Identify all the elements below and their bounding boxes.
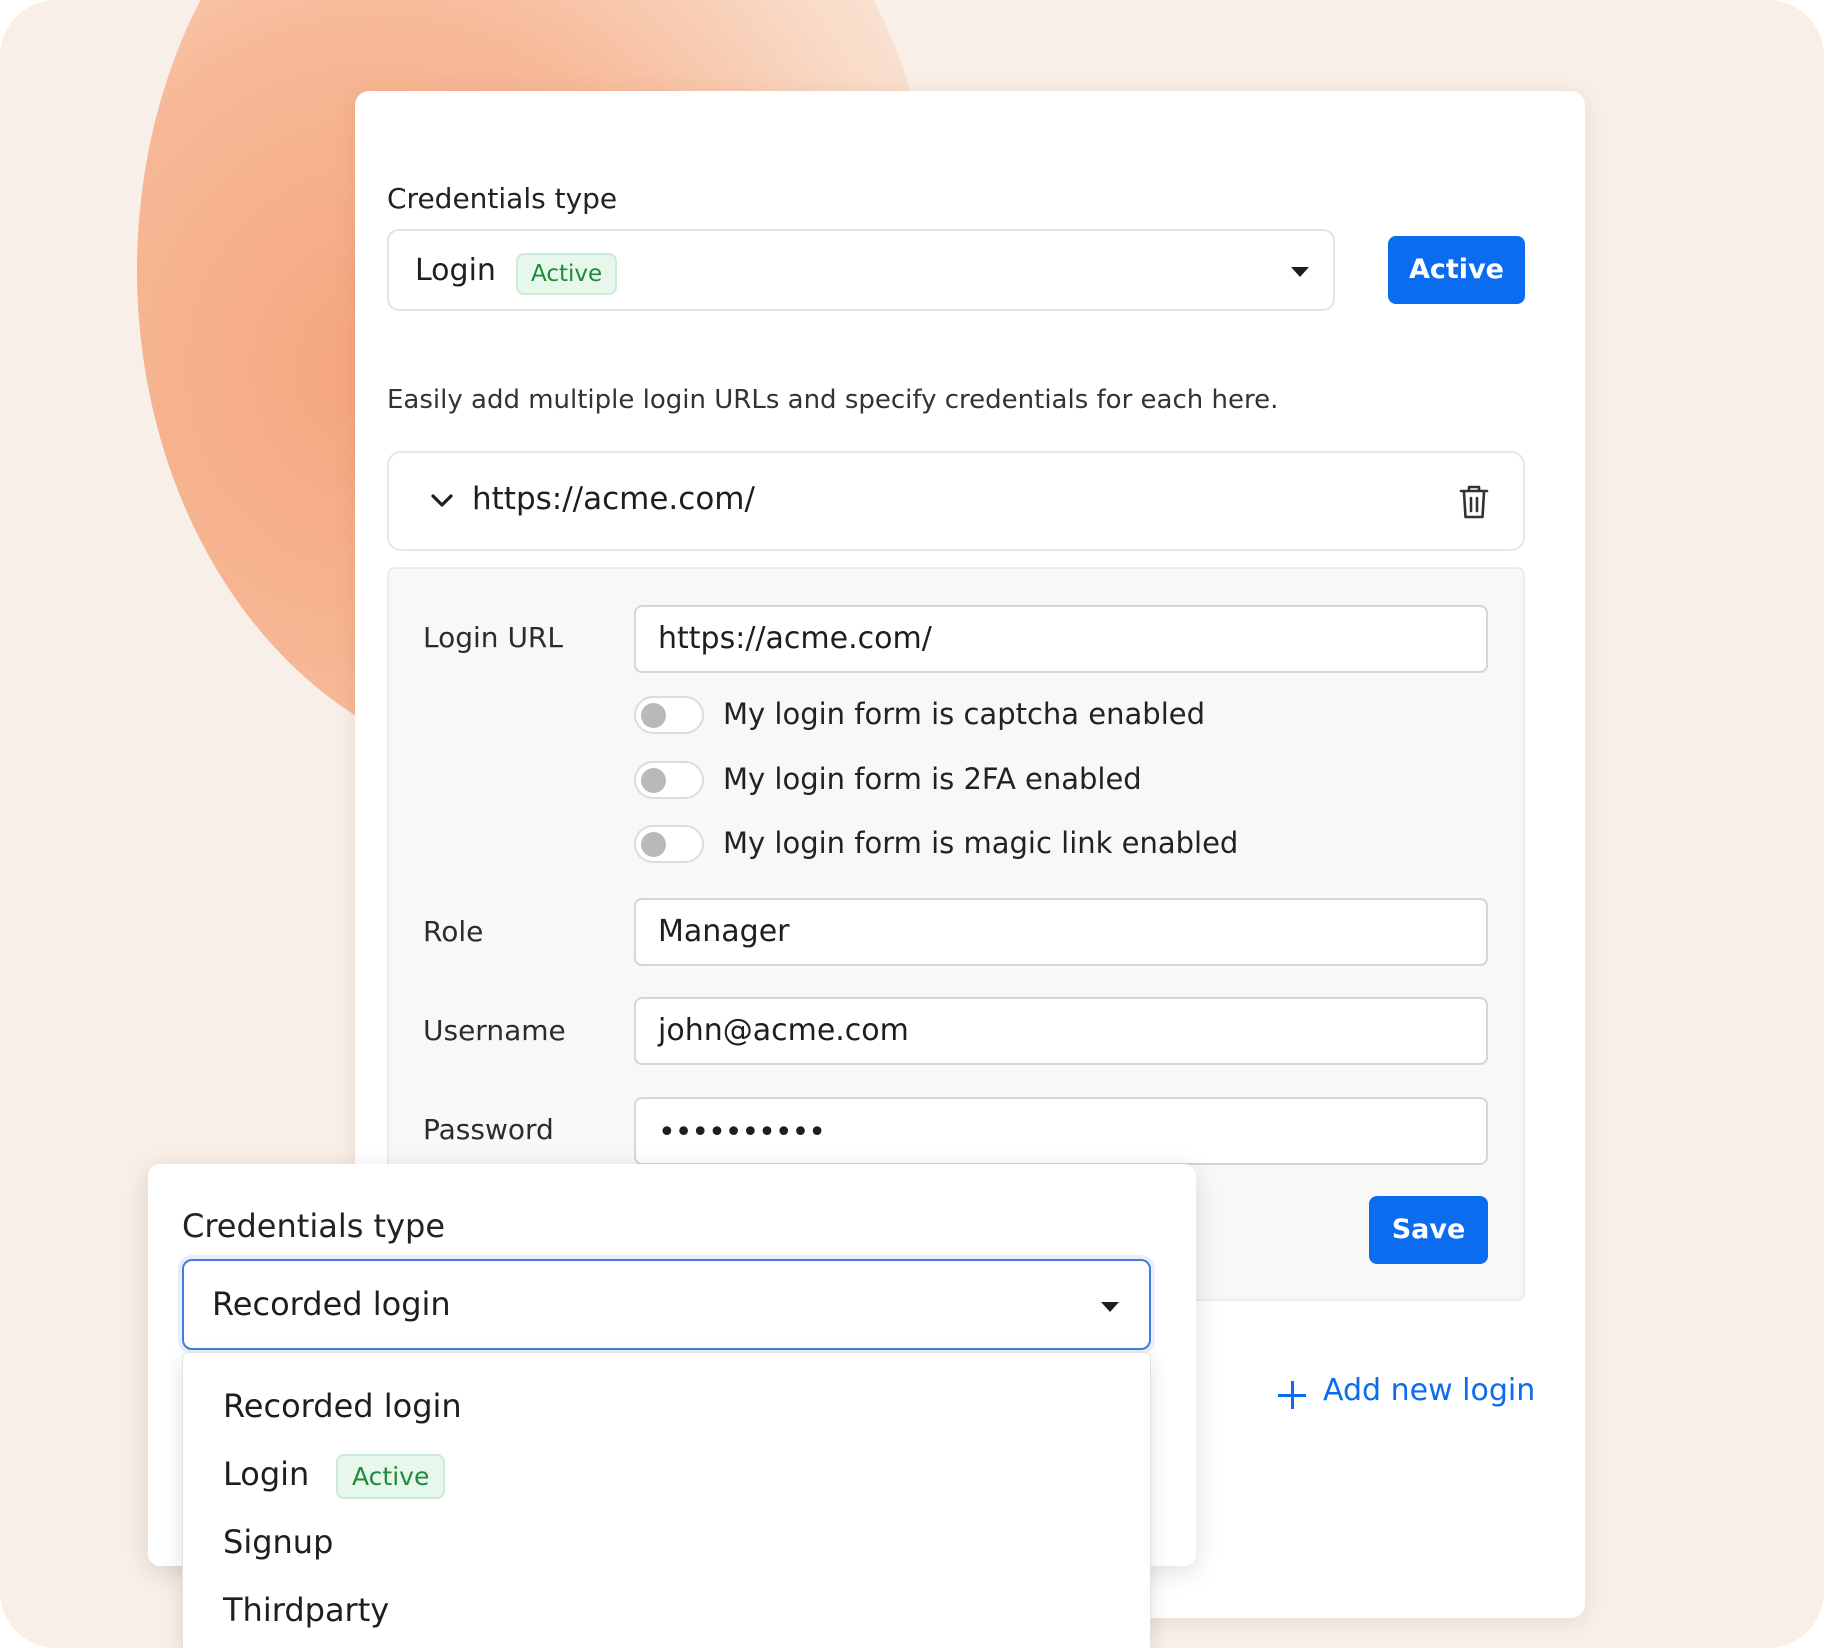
toggle-knob (641, 768, 666, 793)
chevron-down-icon[interactable] (429, 491, 455, 511)
login-url-value: https://acme.com/ (658, 621, 932, 656)
dropdown-select[interactable]: Recorded login (182, 1259, 1151, 1350)
username-value: john@acme.com (658, 1013, 909, 1048)
dropdown-menu: Recorded login Login Active Signup Third… (182, 1352, 1151, 1648)
credentials-type-select[interactable]: Login Active (387, 229, 1335, 311)
active-status-button[interactable]: Active (1388, 236, 1525, 304)
magic-link-toggle-label: My login form is magic link enabled (723, 826, 1239, 860)
caret-down-icon (1101, 1302, 1119, 1312)
plus-icon[interactable] (1278, 1381, 1306, 1409)
save-button[interactable]: Save (1369, 1196, 1488, 1264)
caret-down-icon (1291, 267, 1309, 277)
role-value: Manager (658, 914, 790, 949)
twofa-toggle-label: My login form is 2FA enabled (723, 762, 1142, 796)
dropdown-selected-value: Recorded login (212, 1285, 451, 1323)
password-label: Password (423, 1113, 554, 1146)
username-input[interactable]: john@acme.com (634, 997, 1488, 1065)
login-url-header[interactable]: https://acme.com/ (387, 451, 1525, 551)
dropdown-credentials-type-label: Credentials type (182, 1207, 446, 1245)
magic-link-toggle[interactable] (634, 825, 704, 863)
active-badge: Active (516, 253, 618, 295)
password-input[interactable]: •••••••••• (634, 1097, 1488, 1165)
login-url-input[interactable]: https://acme.com/ (634, 605, 1488, 673)
menu-item-thirdparty[interactable]: Thirdparty (223, 1591, 389, 1629)
menu-item-login[interactable]: Login (223, 1455, 309, 1493)
credentials-type-label: Credentials type (387, 182, 618, 215)
toggle-knob (641, 832, 666, 857)
menu-active-badge: Active (336, 1454, 446, 1499)
twofa-toggle[interactable] (634, 761, 704, 799)
credentials-type-value: Login (415, 253, 496, 288)
username-label: Username (423, 1014, 566, 1047)
captcha-toggle[interactable] (634, 696, 704, 734)
menu-item-recorded-login[interactable]: Recorded login (223, 1387, 462, 1425)
login-url-header-text: https://acme.com/ (472, 481, 755, 517)
add-new-login-link[interactable]: Add new login (1323, 1373, 1535, 1408)
description-text: Easily add multiple login URLs and speci… (387, 385, 1279, 415)
role-label: Role (423, 915, 484, 948)
password-value: •••••••••• (658, 1115, 826, 1150)
login-url-label: Login URL (423, 621, 563, 654)
role-input[interactable]: Manager (634, 898, 1488, 966)
menu-item-signup[interactable]: Signup (223, 1523, 333, 1561)
captcha-toggle-label: My login form is captcha enabled (723, 697, 1205, 731)
toggle-knob (641, 703, 666, 728)
trash-icon[interactable] (1457, 484, 1491, 520)
